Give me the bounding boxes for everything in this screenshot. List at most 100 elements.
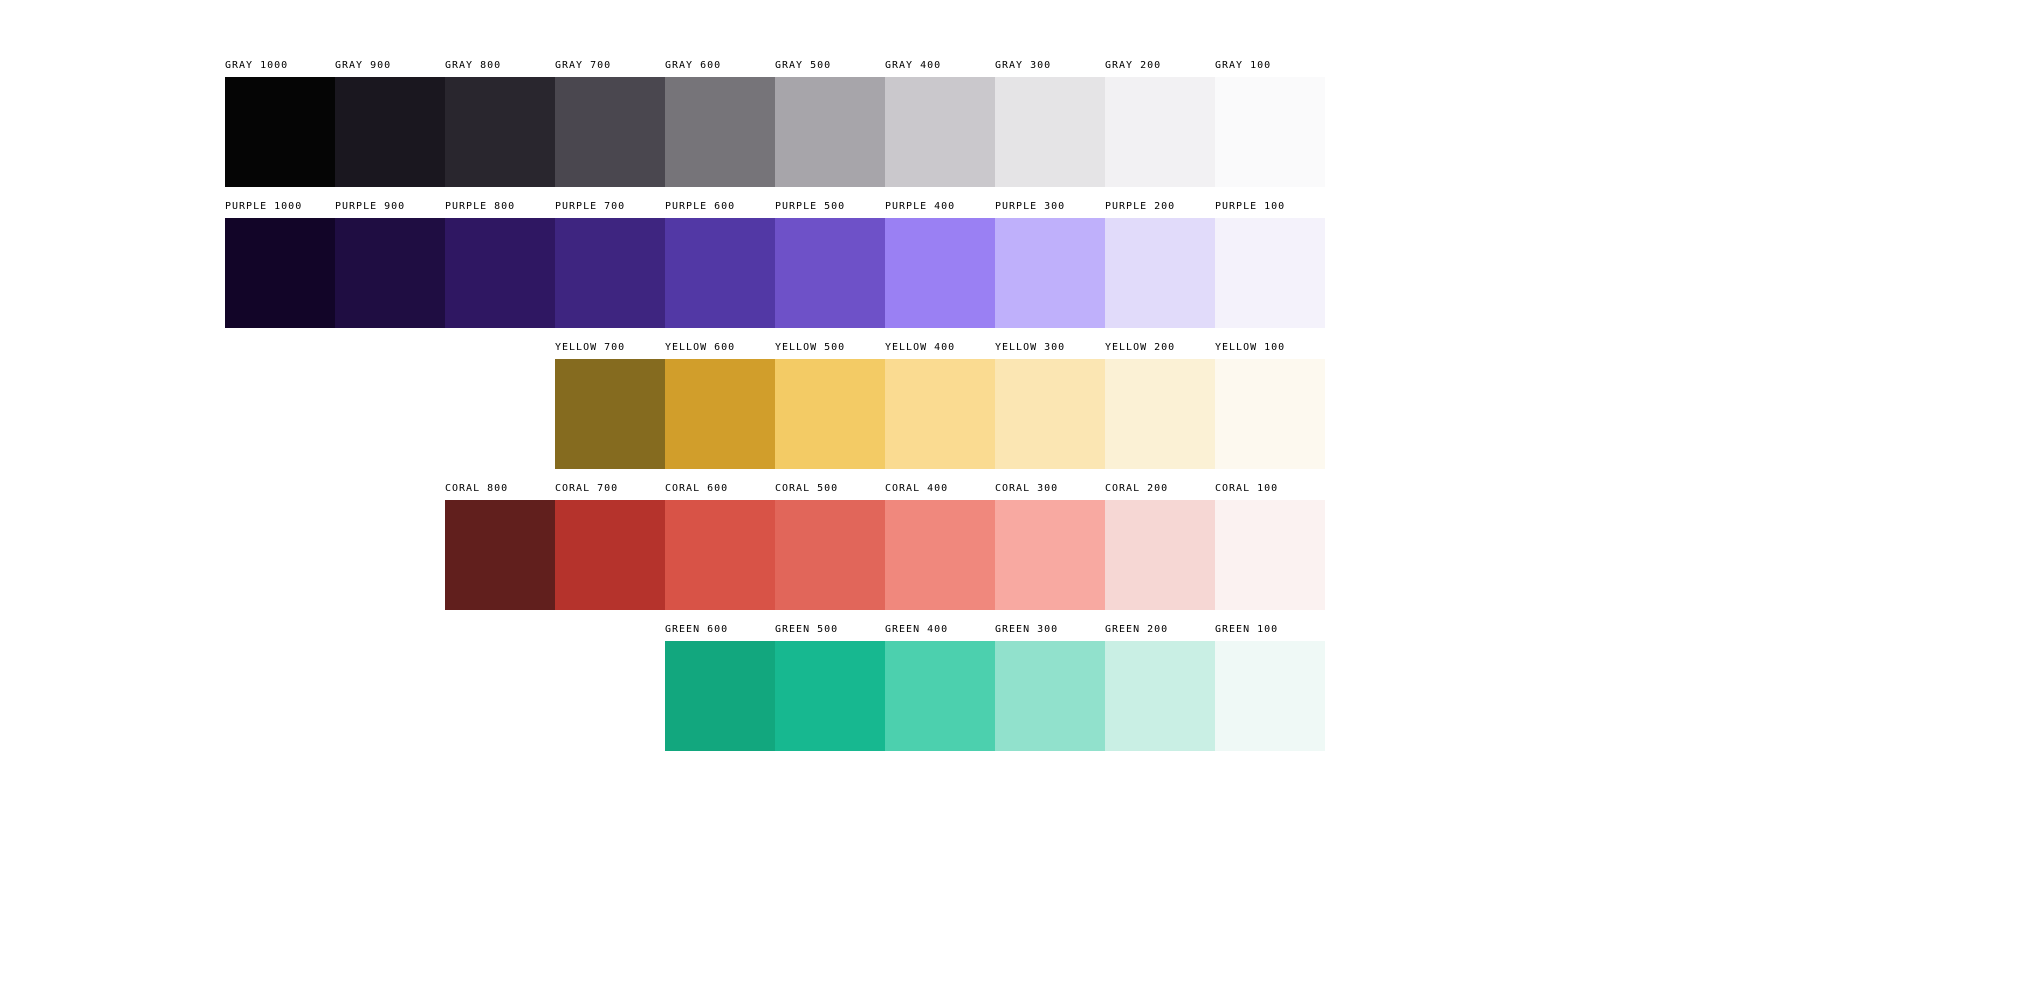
purple-swatch-label: PURPLE 900	[335, 201, 445, 218]
purple-swatch	[665, 218, 775, 328]
coral-swatch	[1215, 500, 1325, 610]
purple-swatch	[1105, 218, 1215, 328]
gray-swatch-label: GRAY 900	[335, 60, 445, 77]
gray-swatch	[995, 77, 1105, 187]
yellow-swatch-label: YELLOW 500	[775, 342, 885, 359]
coral-swatch-label: CORAL 100	[1215, 483, 1325, 500]
purple-swatch	[555, 218, 665, 328]
purple-swatch-label: PURPLE 400	[885, 201, 995, 218]
spacer	[335, 342, 445, 359]
green-swatch-label: GREEN 400	[885, 624, 995, 641]
gray-swatch-label: GRAY 100	[1215, 60, 1325, 77]
yellow-swatch	[885, 359, 995, 469]
coral-swatch-label: CORAL 600	[665, 483, 775, 500]
coral-swatch-label: CORAL 700	[555, 483, 665, 500]
purple-swatch-label: PURPLE 300	[995, 201, 1105, 218]
green-swatch-label: GREEN 300	[995, 624, 1105, 641]
gray-swatch-label: GRAY 400	[885, 60, 995, 77]
yellow-swatch	[1215, 359, 1325, 469]
coral-swatch	[445, 500, 555, 610]
purple-swatch	[1215, 218, 1325, 328]
green-swatch	[775, 641, 885, 751]
gray-swatch	[885, 77, 995, 187]
spacer	[445, 359, 555, 469]
yellow-swatch-label: YELLOW 600	[665, 342, 775, 359]
coral-swatch	[995, 500, 1105, 610]
gray-swatch-label: GRAY 200	[1105, 60, 1215, 77]
green-swatch	[1215, 641, 1325, 751]
green-swatch-row	[225, 641, 1325, 751]
spacer	[445, 624, 555, 641]
purple-swatch	[335, 218, 445, 328]
spacer	[335, 500, 445, 610]
purple-swatch-label: PURPLE 200	[1105, 201, 1215, 218]
yellow-swatch	[775, 359, 885, 469]
spacer	[335, 624, 445, 641]
yellow-swatch-row	[225, 359, 1325, 469]
green-swatch	[885, 641, 995, 751]
purple-swatch-label: PURPLE 100	[1215, 201, 1325, 218]
coral-swatch-label: CORAL 200	[1105, 483, 1215, 500]
green-swatch	[995, 641, 1105, 751]
gray-swatch-label: GRAY 500	[775, 60, 885, 77]
spacer	[555, 624, 665, 641]
spacer	[335, 483, 445, 500]
spacer	[555, 641, 665, 751]
green-swatch-label: GREEN 100	[1215, 624, 1325, 641]
spacer	[225, 483, 335, 500]
purple-swatch	[225, 218, 335, 328]
spacer	[445, 342, 555, 359]
green-swatch	[665, 641, 775, 751]
coral-swatch	[885, 500, 995, 610]
coral-swatch	[1105, 500, 1215, 610]
purple-swatch	[885, 218, 995, 328]
gray-swatch-label: GRAY 1000	[225, 60, 335, 77]
gray-swatch-label: GRAY 600	[665, 60, 775, 77]
green-swatch-label: GREEN 600	[665, 624, 775, 641]
spacer	[225, 624, 335, 641]
yellow-swatch	[1105, 359, 1215, 469]
green-swatch	[1105, 641, 1215, 751]
coral-swatch-row	[225, 500, 1325, 610]
spacer	[225, 500, 335, 610]
coral-swatch-label: CORAL 500	[775, 483, 885, 500]
gray-swatch	[225, 77, 335, 187]
coral-swatch-label: CORAL 400	[885, 483, 995, 500]
gray-swatch-label: GRAY 800	[445, 60, 555, 77]
purple-swatch-label: PURPLE 700	[555, 201, 665, 218]
yellow-swatch-label: YELLOW 200	[1105, 342, 1215, 359]
purple-swatch	[445, 218, 555, 328]
green-swatch-label: GREEN 200	[1105, 624, 1215, 641]
gray-swatch-row	[225, 77, 1325, 187]
gray-swatch-label: GRAY 300	[995, 60, 1105, 77]
color-palette-document: GRAY 1000GRAY 900GRAY 800GRAY 700GRAY 60…	[0, 0, 2035, 984]
yellow-swatch-label: YELLOW 700	[555, 342, 665, 359]
purple-label-row: PURPLE 1000PURPLE 900PURPLE 800PURPLE 70…	[225, 201, 1325, 218]
spacer	[225, 342, 335, 359]
spacer	[335, 359, 445, 469]
purple-swatch-label: PURPLE 1000	[225, 201, 335, 218]
gray-swatch	[445, 77, 555, 187]
coral-swatch	[775, 500, 885, 610]
green-swatch-label: GREEN 500	[775, 624, 885, 641]
purple-swatch-label: PURPLE 600	[665, 201, 775, 218]
coral-swatch	[665, 500, 775, 610]
spacer	[225, 641, 335, 751]
gray-swatch	[1105, 77, 1215, 187]
yellow-label-row: YELLOW 700YELLOW 600YELLOW 500YELLOW 400…	[225, 342, 1325, 359]
coral-swatch-label: CORAL 800	[445, 483, 555, 500]
palette-grid: GRAY 1000GRAY 900GRAY 800GRAY 700GRAY 60…	[225, 60, 1325, 751]
coral-swatch	[555, 500, 665, 610]
spacer	[225, 359, 335, 469]
gray-swatch	[335, 77, 445, 187]
purple-swatch	[995, 218, 1105, 328]
gray-swatch	[775, 77, 885, 187]
coral-swatch-label: CORAL 300	[995, 483, 1105, 500]
gray-swatch	[1215, 77, 1325, 187]
spacer	[445, 641, 555, 751]
yellow-swatch	[555, 359, 665, 469]
green-label-row: GREEN 600GREEN 500GREEN 400GREEN 300GREE…	[225, 624, 1325, 641]
coral-label-row: CORAL 800CORAL 700CORAL 600CORAL 500CORA…	[225, 483, 1325, 500]
gray-label-row: GRAY 1000GRAY 900GRAY 800GRAY 700GRAY 60…	[225, 60, 1325, 77]
yellow-swatch-label: YELLOW 300	[995, 342, 1105, 359]
